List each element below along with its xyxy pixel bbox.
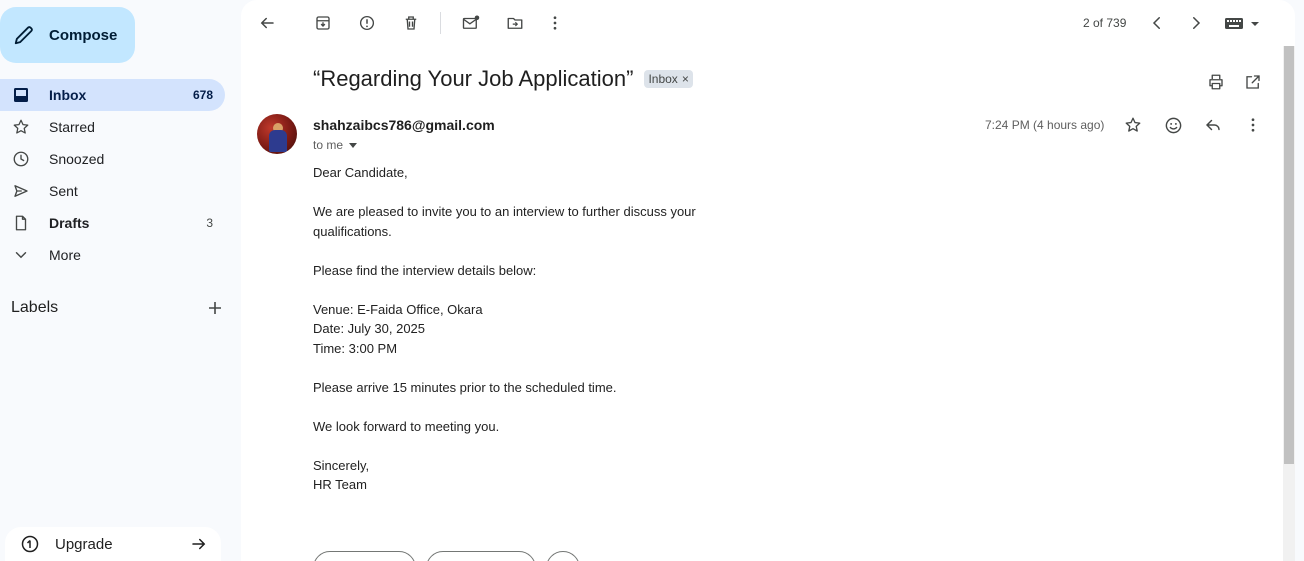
- chevron-left-icon[interactable]: [1145, 11, 1169, 35]
- forward-button[interactable]: [426, 551, 536, 561]
- email-body: Dear Candidate, ​ We are pleased to invi…: [313, 163, 733, 495]
- open-new-window-icon[interactable]: [1241, 70, 1265, 94]
- upgrade-label: Upgrade: [55, 535, 113, 553]
- print-icon[interactable]: [1204, 70, 1228, 94]
- reply-actions: [313, 551, 590, 561]
- inbox-label-chip: Inbox ×: [644, 70, 693, 88]
- body-line: Sincerely,: [313, 457, 370, 473]
- labels-header: Labels: [11, 296, 225, 320]
- sidebar-item-starred[interactable]: Starred: [0, 111, 225, 143]
- body-line: ​: [313, 358, 733, 378]
- chevron-down-icon: [11, 245, 31, 265]
- sidebar-item-label: Inbox: [49, 87, 87, 103]
- inbox-icon: [11, 85, 31, 105]
- back-arrow-icon[interactable]: [255, 11, 279, 35]
- body-line: HR Team: [313, 477, 367, 492]
- sidebar-item-snoozed[interactable]: Snoozed: [0, 143, 225, 175]
- email-subject: “Regarding Your Job Application”: [313, 66, 634, 91]
- body-line: ​: [313, 241, 733, 261]
- sidebar-item-label: More: [49, 247, 81, 263]
- sidebar-nav: Inbox 678 Starred Snoozed Sent Drafts 3 …: [0, 79, 225, 271]
- email-timestamp: 7:24 PM (4 hours ago): [985, 118, 1105, 132]
- recipient-label: to me: [313, 138, 344, 152]
- body-line: ​: [313, 436, 733, 456]
- pencil-icon: [12, 23, 36, 47]
- sidebar-item-more[interactable]: More: [0, 239, 225, 271]
- upgrade-icon: [21, 535, 39, 553]
- delete-icon[interactable]: [399, 11, 423, 35]
- body-line: ​: [313, 397, 733, 417]
- more-vert-icon[interactable]: [543, 11, 567, 35]
- page-count: 2 of 739: [1083, 16, 1127, 30]
- emoji-react-button[interactable]: [546, 551, 580, 561]
- more-vert-icon[interactable]: [1241, 113, 1265, 137]
- toolbar-divider: [440, 12, 441, 34]
- avatar[interactable]: [257, 114, 297, 154]
- scrollbar[interactable]: [1283, 46, 1295, 561]
- reply-icon[interactable]: [1201, 113, 1225, 137]
- body-line: Please find the interview details below:: [313, 262, 537, 278]
- sidebar-item-sent[interactable]: Sent: [0, 175, 225, 207]
- chip-label: Inbox: [648, 72, 678, 86]
- sidebar-item-label: Snoozed: [49, 151, 105, 167]
- email-toolbar: 2 of 739: [241, 0, 1295, 46]
- body-line: Date: July 30, 2025: [313, 321, 426, 336]
- body-line: We look forward to meeting you.: [313, 418, 500, 434]
- keyboard-icon[interactable]: [1225, 14, 1261, 34]
- subject-row: “Regarding Your Job Application” Inbox ×: [313, 66, 693, 92]
- star-icon[interactable]: [1121, 113, 1145, 137]
- archive-icon[interactable]: [311, 11, 335, 35]
- body-line: Dear Candidate,: [313, 165, 408, 180]
- drafts-count: 3: [206, 216, 213, 230]
- file-icon: [11, 213, 31, 233]
- labels-title: Labels: [11, 299, 59, 316]
- report-spam-icon[interactable]: [355, 11, 379, 35]
- body-line: We are pleased to invite you to an inter…: [313, 204, 700, 239]
- body-line: Venue: E-Faida Office, Okara: [313, 301, 483, 317]
- mark-unread-icon[interactable]: [459, 11, 483, 35]
- send-icon: [11, 181, 31, 201]
- sidebar-item-label: Starred: [49, 119, 95, 135]
- star-icon: [11, 117, 31, 137]
- unread-count: 678: [192, 88, 213, 102]
- compose-button[interactable]: Compose: [0, 7, 135, 63]
- compose-label: Compose: [49, 26, 118, 44]
- sidebar-item-drafts[interactable]: Drafts 3: [0, 207, 225, 239]
- plus-icon[interactable]: [205, 298, 225, 318]
- scrollbar-thumb[interactable]: [1284, 46, 1294, 464]
- body-line: ​: [313, 183, 733, 203]
- sender-email: shahzaibcs786@gmail.com: [313, 117, 495, 133]
- sidebar-item-label: Sent: [49, 183, 78, 199]
- sidebar-item-label: Drafts: [49, 215, 90, 231]
- remove-label-button[interactable]: ×: [682, 72, 689, 86]
- caret-down-icon: [349, 142, 358, 148]
- chevron-right-icon[interactable]: [1184, 11, 1208, 35]
- sidebar: Compose Inbox 678 Starred Snoozed Sent D…: [0, 0, 240, 561]
- sidebar-item-inbox[interactable]: Inbox 678: [0, 79, 225, 111]
- move-to-icon[interactable]: [503, 11, 527, 35]
- email-view: 2 of 739 “Regarding Your Job Application…: [241, 0, 1295, 561]
- reply-button[interactable]: [313, 551, 416, 561]
- upgrade-button[interactable]: Upgrade: [5, 527, 221, 561]
- body-line: Time: 3:00 PM: [313, 340, 398, 356]
- clock-icon: [11, 149, 31, 169]
- recipient-details-toggle[interactable]: to me: [313, 138, 358, 152]
- arrow-right-icon: [189, 534, 209, 554]
- body-line: ​: [313, 280, 733, 300]
- message-actions: [1121, 113, 1265, 137]
- emoji-icon[interactable]: [1161, 113, 1185, 137]
- body-line: Please arrive 15 minutes prior to the sc…: [313, 379, 617, 395]
